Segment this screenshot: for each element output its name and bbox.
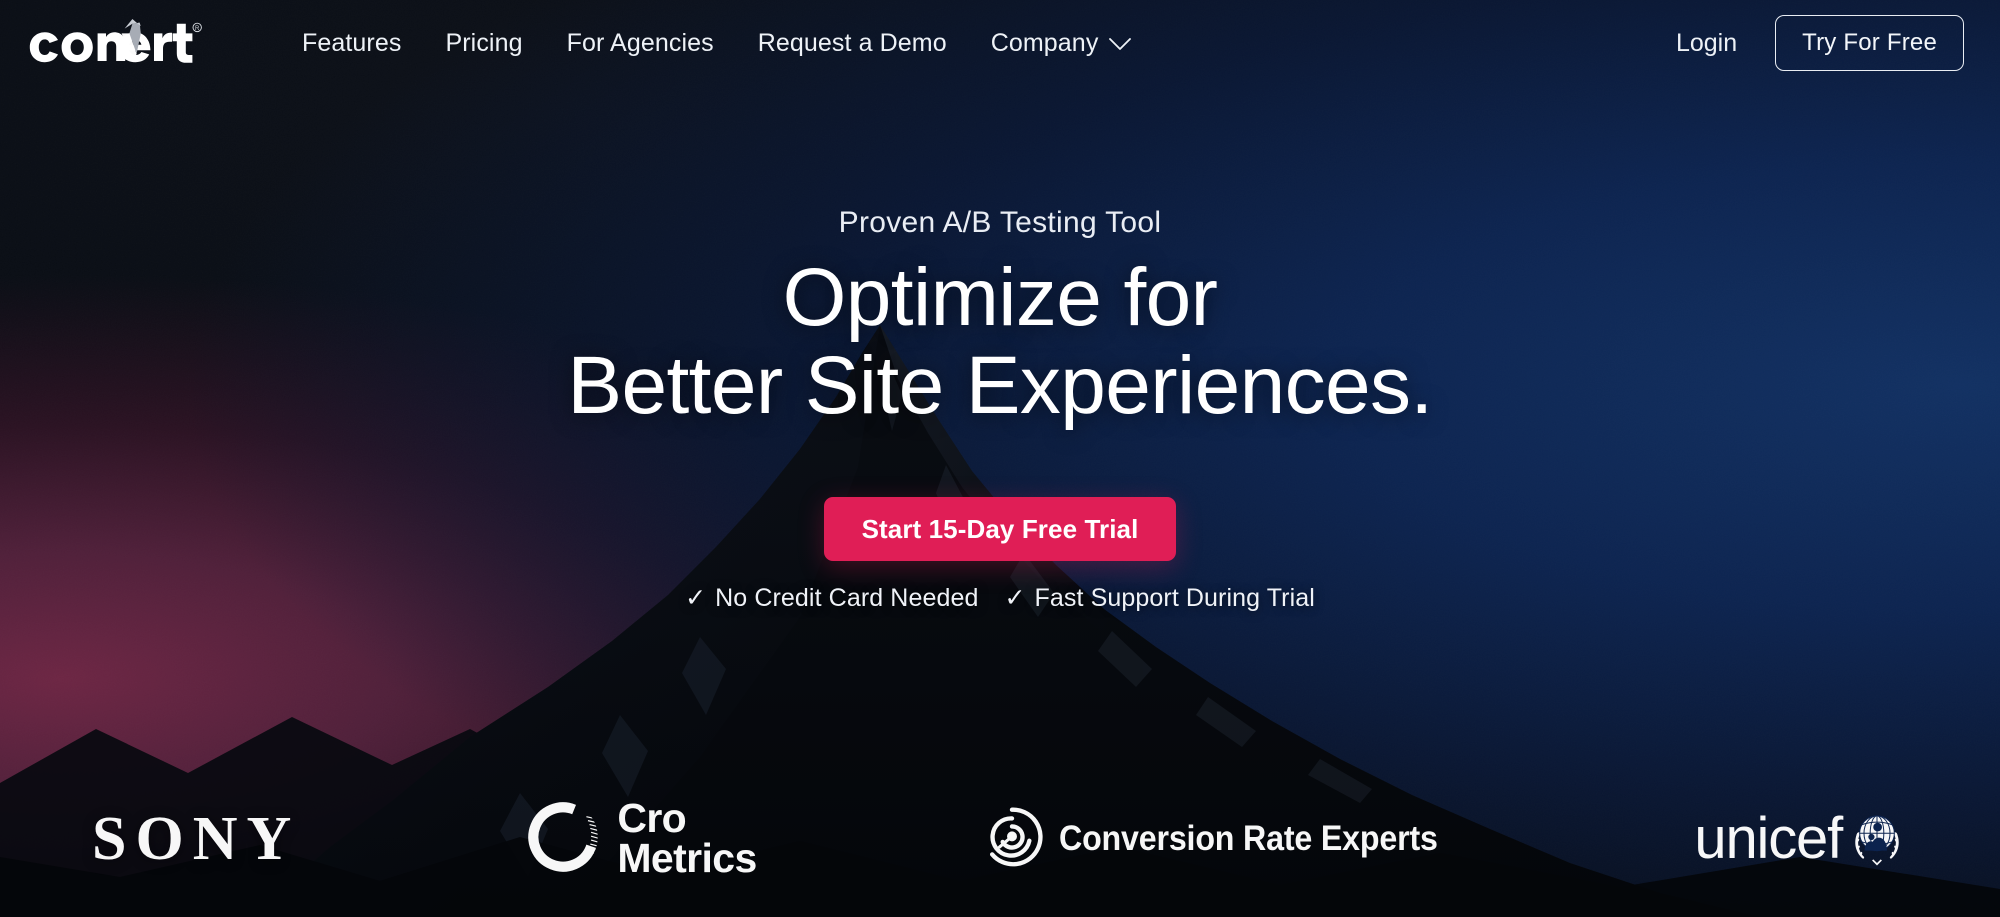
logo-cro-line-2: Metrics (617, 835, 757, 881)
logo-unicef: unicef (1694, 806, 1908, 873)
nav-item-for-agencies[interactable]: For Agencies (545, 19, 736, 68)
svg-text:R: R (195, 26, 200, 32)
logo-cro-metrics: Cro Metrics (524, 795, 757, 881)
logo-unicef-text: unicef (1694, 806, 1843, 871)
unicef-globe-icon (1846, 806, 1908, 873)
logo-cro-metrics-text: Cro Metrics (617, 795, 757, 881)
maze-circle-icon (981, 806, 1043, 873)
trust-indicators: ✓ No Credit Card Needed ✓ Fast Support D… (685, 584, 1315, 613)
try-for-free-button[interactable]: Try For Free (1775, 15, 1964, 71)
trust-item-fast-support: ✓ Fast Support During Trial (1004, 584, 1314, 613)
nav-item-request-a-demo[interactable]: Request a Demo (736, 19, 969, 68)
page-title: Optimize for Better Site Experiences. (567, 252, 1433, 431)
nav-item-features[interactable]: Features (280, 19, 423, 68)
nav-item-company[interactable]: Company (969, 19, 1154, 68)
chevron-down-icon (1109, 29, 1132, 58)
nav-item-company-label: Company (990, 28, 1099, 57)
site-header: R Features Pricing For Agencies Request … (0, 0, 2000, 86)
hero-eyebrow: Proven A/B Testing Tool (838, 206, 1162, 239)
logo-conversion-rate-experts: Conversion Rate Experts (981, 806, 1471, 873)
logo-sony: SONY (92, 808, 300, 870)
registered-trademark-icon: R (192, 22, 202, 33)
cro-ring-icon (524, 798, 603, 881)
convert-logo[interactable]: R (22, 19, 202, 67)
login-link[interactable]: Login (1654, 19, 1759, 68)
logo-conversion-rate-experts-text: Conversion Rate Experts (1058, 819, 1438, 858)
nav-item-pricing[interactable]: Pricing (423, 19, 544, 68)
logo-sony-text: SONY (92, 805, 301, 873)
hero-section: Proven A/B Testing Tool Optimize for Bet… (0, 0, 2000, 613)
logo-cro-line-1: Cro (617, 795, 687, 842)
check-icon: ✓ (1004, 584, 1026, 613)
trust-item-label: No Credit Card Needed (715, 584, 979, 613)
start-free-trial-button[interactable]: Start 15-Day Free Trial (823, 497, 1177, 562)
trust-item-no-credit-card: ✓ No Credit Card Needed (685, 584, 978, 613)
header-actions: Login Try For Free (1654, 15, 1964, 71)
headline-line-2: Better Site Experiences. (567, 339, 1433, 431)
headline-line-1: Optimize for (782, 252, 1218, 343)
customer-logo-strip: SONY Cro Metrics Conversion Rate Experts… (0, 771, 2000, 917)
check-icon: ✓ (685, 584, 707, 613)
convert-logo-mark: R (29, 19, 202, 63)
page-stage: R Features Pricing For Agencies Request … (0, 0, 2000, 917)
trust-item-label: Fast Support During Trial (1034, 584, 1315, 613)
main-navigation: Features Pricing For Agencies Request a … (280, 19, 1153, 68)
